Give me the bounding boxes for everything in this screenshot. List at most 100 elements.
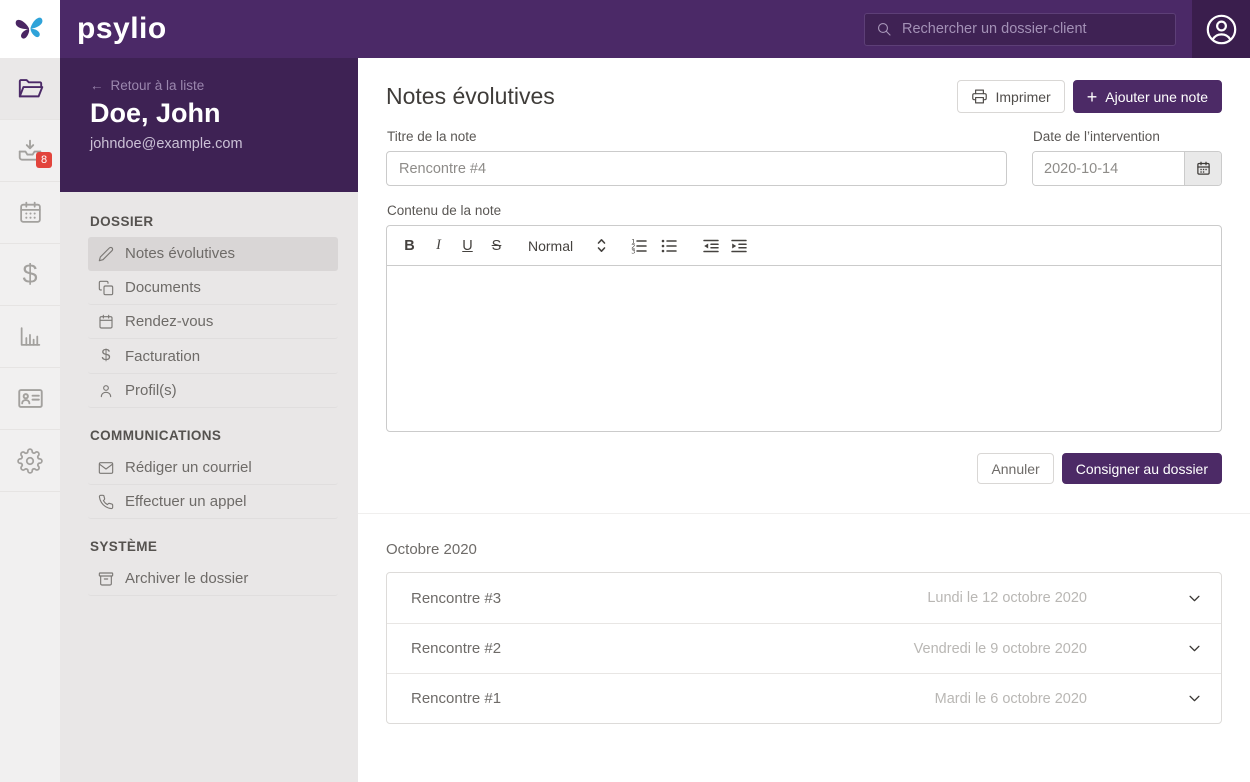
note-row-date: Mardi le 6 octobre 2020 <box>934 690 1087 707</box>
brand-logo[interactable] <box>0 0 60 58</box>
main-content: Notes évolutives Imprimer + Ajouter une … <box>358 58 1250 782</box>
sidebar-menu: DOSSIER Notes évolutives Documents Rende… <box>60 192 358 596</box>
folder-open-icon <box>17 75 44 102</box>
sidebar-item-label: Profil(s) <box>125 382 177 399</box>
dollar-icon: $ <box>101 347 111 364</box>
underline-button[interactable]: U <box>460 238 475 254</box>
bar-chart-icon <box>18 324 43 349</box>
print-button-label: Imprimer <box>995 88 1051 105</box>
person-icon <box>98 383 114 399</box>
add-note-button[interactable]: + Ajouter une note <box>1072 80 1222 113</box>
notes-list: Rencontre #3 Lundi le 12 octobre 2020 Re… <box>386 572 1222 724</box>
note-content-textarea[interactable] <box>387 266 1221 431</box>
sidebar-item-effectuer-appel[interactable]: Effectuer un appel <box>88 485 338 519</box>
rail-item-settings[interactable] <box>0 430 60 492</box>
sidebar-item-label: Archiver le dossier <box>125 570 249 587</box>
strikethrough-button[interactable]: S <box>489 238 504 254</box>
note-title-input[interactable] <box>386 151 1007 186</box>
documents-icon <box>98 280 114 296</box>
chevron-down-icon[interactable] <box>1187 691 1202 706</box>
bullet-list-button[interactable] <box>660 237 678 255</box>
client-header: ← Retour à la liste Doe, John johndoe@ex… <box>60 58 358 192</box>
sidebar-item-label: Facturation <box>125 347 201 365</box>
app-window: psylio 8 <box>0 0 1250 782</box>
sidebar-item-profils[interactable]: Profil(s) <box>88 374 338 408</box>
client-email: johndoe@example.com <box>90 136 243 152</box>
back-link-label: Retour à la liste <box>110 78 205 93</box>
search-icon <box>876 21 892 37</box>
back-to-list-link[interactable]: ← Retour à la liste <box>90 78 338 93</box>
chevron-down-icon[interactable] <box>1187 641 1202 656</box>
chevron-down-icon[interactable] <box>1187 591 1202 606</box>
picker-arrows-icon <box>597 238 606 253</box>
sidebar-item-label: Rendez-vous <box>125 313 214 330</box>
submit-note-button-label: Consigner au dossier <box>1075 460 1208 477</box>
note-content-label: Contenu de la note <box>387 203 502 218</box>
print-button[interactable]: Imprimer <box>956 80 1065 113</box>
note-row-title: Rencontre #1 <box>411 690 502 707</box>
sidebar-item-label: Effectuer un appel <box>125 493 247 510</box>
printer-icon <box>971 88 988 105</box>
section-title-communications: COMMUNICATIONS <box>90 428 222 443</box>
back-arrow-icon: ← <box>90 78 104 93</box>
sidebar-item-label: Rédiger un courriel <box>125 459 252 476</box>
cancel-button[interactable]: Annuler <box>977 453 1054 484</box>
rail-item-contacts[interactable] <box>0 368 60 430</box>
sidebar-item-rediger-courriel[interactable]: Rédiger un courriel <box>88 451 338 485</box>
section-divider <box>358 513 1250 514</box>
intervention-date-input[interactable] <box>1033 152 1184 185</box>
pencil-icon <box>98 246 114 262</box>
rail-item-dossiers[interactable] <box>0 58 60 120</box>
dollar-icon: $ <box>22 259 38 289</box>
icon-rail: 8 $ <box>0 58 60 782</box>
contact-card-icon <box>17 385 44 412</box>
notes-group-title: Octobre 2020 <box>386 541 477 558</box>
butterfly-logo-icon <box>14 15 46 43</box>
date-picker-button[interactable] <box>1184 152 1221 185</box>
archive-box-icon <box>98 571 114 587</box>
note-title-label: Titre de la note <box>387 129 477 144</box>
note-row-rencontre-3[interactable]: Rencontre #3 Lundi le 12 octobre 2020 <box>387 573 1221 623</box>
search-input[interactable] <box>902 21 1152 37</box>
ordered-list-button[interactable]: 123 <box>630 237 648 255</box>
sidebar-item-notes-evolutives[interactable]: Notes évolutives <box>88 237 338 271</box>
cancel-button-label: Annuler <box>991 460 1040 477</box>
note-row-rencontre-2[interactable]: Rencontre #2 Vendredi le 9 octobre 2020 <box>387 623 1221 673</box>
rail-item-billing[interactable]: $ <box>0 244 60 306</box>
svg-text:3: 3 <box>631 247 635 255</box>
outdent-button[interactable] <box>702 237 720 255</box>
envelope-icon <box>98 460 114 476</box>
sidebar-item-archiver-dossier[interactable]: Archiver le dossier <box>88 562 338 596</box>
italic-button[interactable]: I <box>431 237 446 254</box>
client-search[interactable] <box>864 12 1176 46</box>
gear-icon <box>17 447 43 474</box>
rail-item-calendar[interactable] <box>0 182 60 244</box>
plus-icon: + <box>1086 86 1098 107</box>
note-row-rencontre-1[interactable]: Rencontre #1 Mardi le 6 octobre 2020 <box>387 673 1221 723</box>
note-row-title: Rencontre #3 <box>411 589 502 607</box>
section-title-dossier: DOSSIER <box>90 214 154 229</box>
account-icon <box>1204 12 1239 47</box>
add-note-button-label: Ajouter une note <box>1105 88 1208 105</box>
note-row-date: Lundi le 12 octobre 2020 <box>927 590 1087 606</box>
client-name: Doe, John <box>90 98 221 128</box>
submit-note-button[interactable]: Consigner au dossier <box>1061 453 1222 484</box>
note-row-title: Rencontre #2 <box>411 640 502 657</box>
phone-icon <box>98 494 114 510</box>
sidebar-item-facturation[interactable]: $ Facturation <box>88 339 338 374</box>
top-bar: psylio <box>0 0 1250 58</box>
paragraph-format-picker[interactable]: Normal <box>528 238 606 254</box>
indent-button[interactable] <box>730 237 748 255</box>
rail-item-stats[interactable] <box>0 306 60 368</box>
page-title: Notes évolutives <box>386 83 555 109</box>
calendar-icon <box>1196 161 1211 176</box>
sidebar-item-rendez-vous[interactable]: Rendez-vous <box>88 305 338 339</box>
sidebar-item-label: Notes évolutives <box>125 245 236 262</box>
sidebar-item-label: Documents <box>125 279 201 296</box>
brand-name: psylio <box>77 12 167 45</box>
rail-item-inbox[interactable]: 8 <box>0 120 60 182</box>
account-button[interactable] <box>1192 0 1250 58</box>
sidebar-item-documents[interactable]: Documents <box>88 271 338 305</box>
bold-button[interactable]: B <box>402 238 417 254</box>
section-title-systeme: SYSTÈME <box>90 539 158 554</box>
